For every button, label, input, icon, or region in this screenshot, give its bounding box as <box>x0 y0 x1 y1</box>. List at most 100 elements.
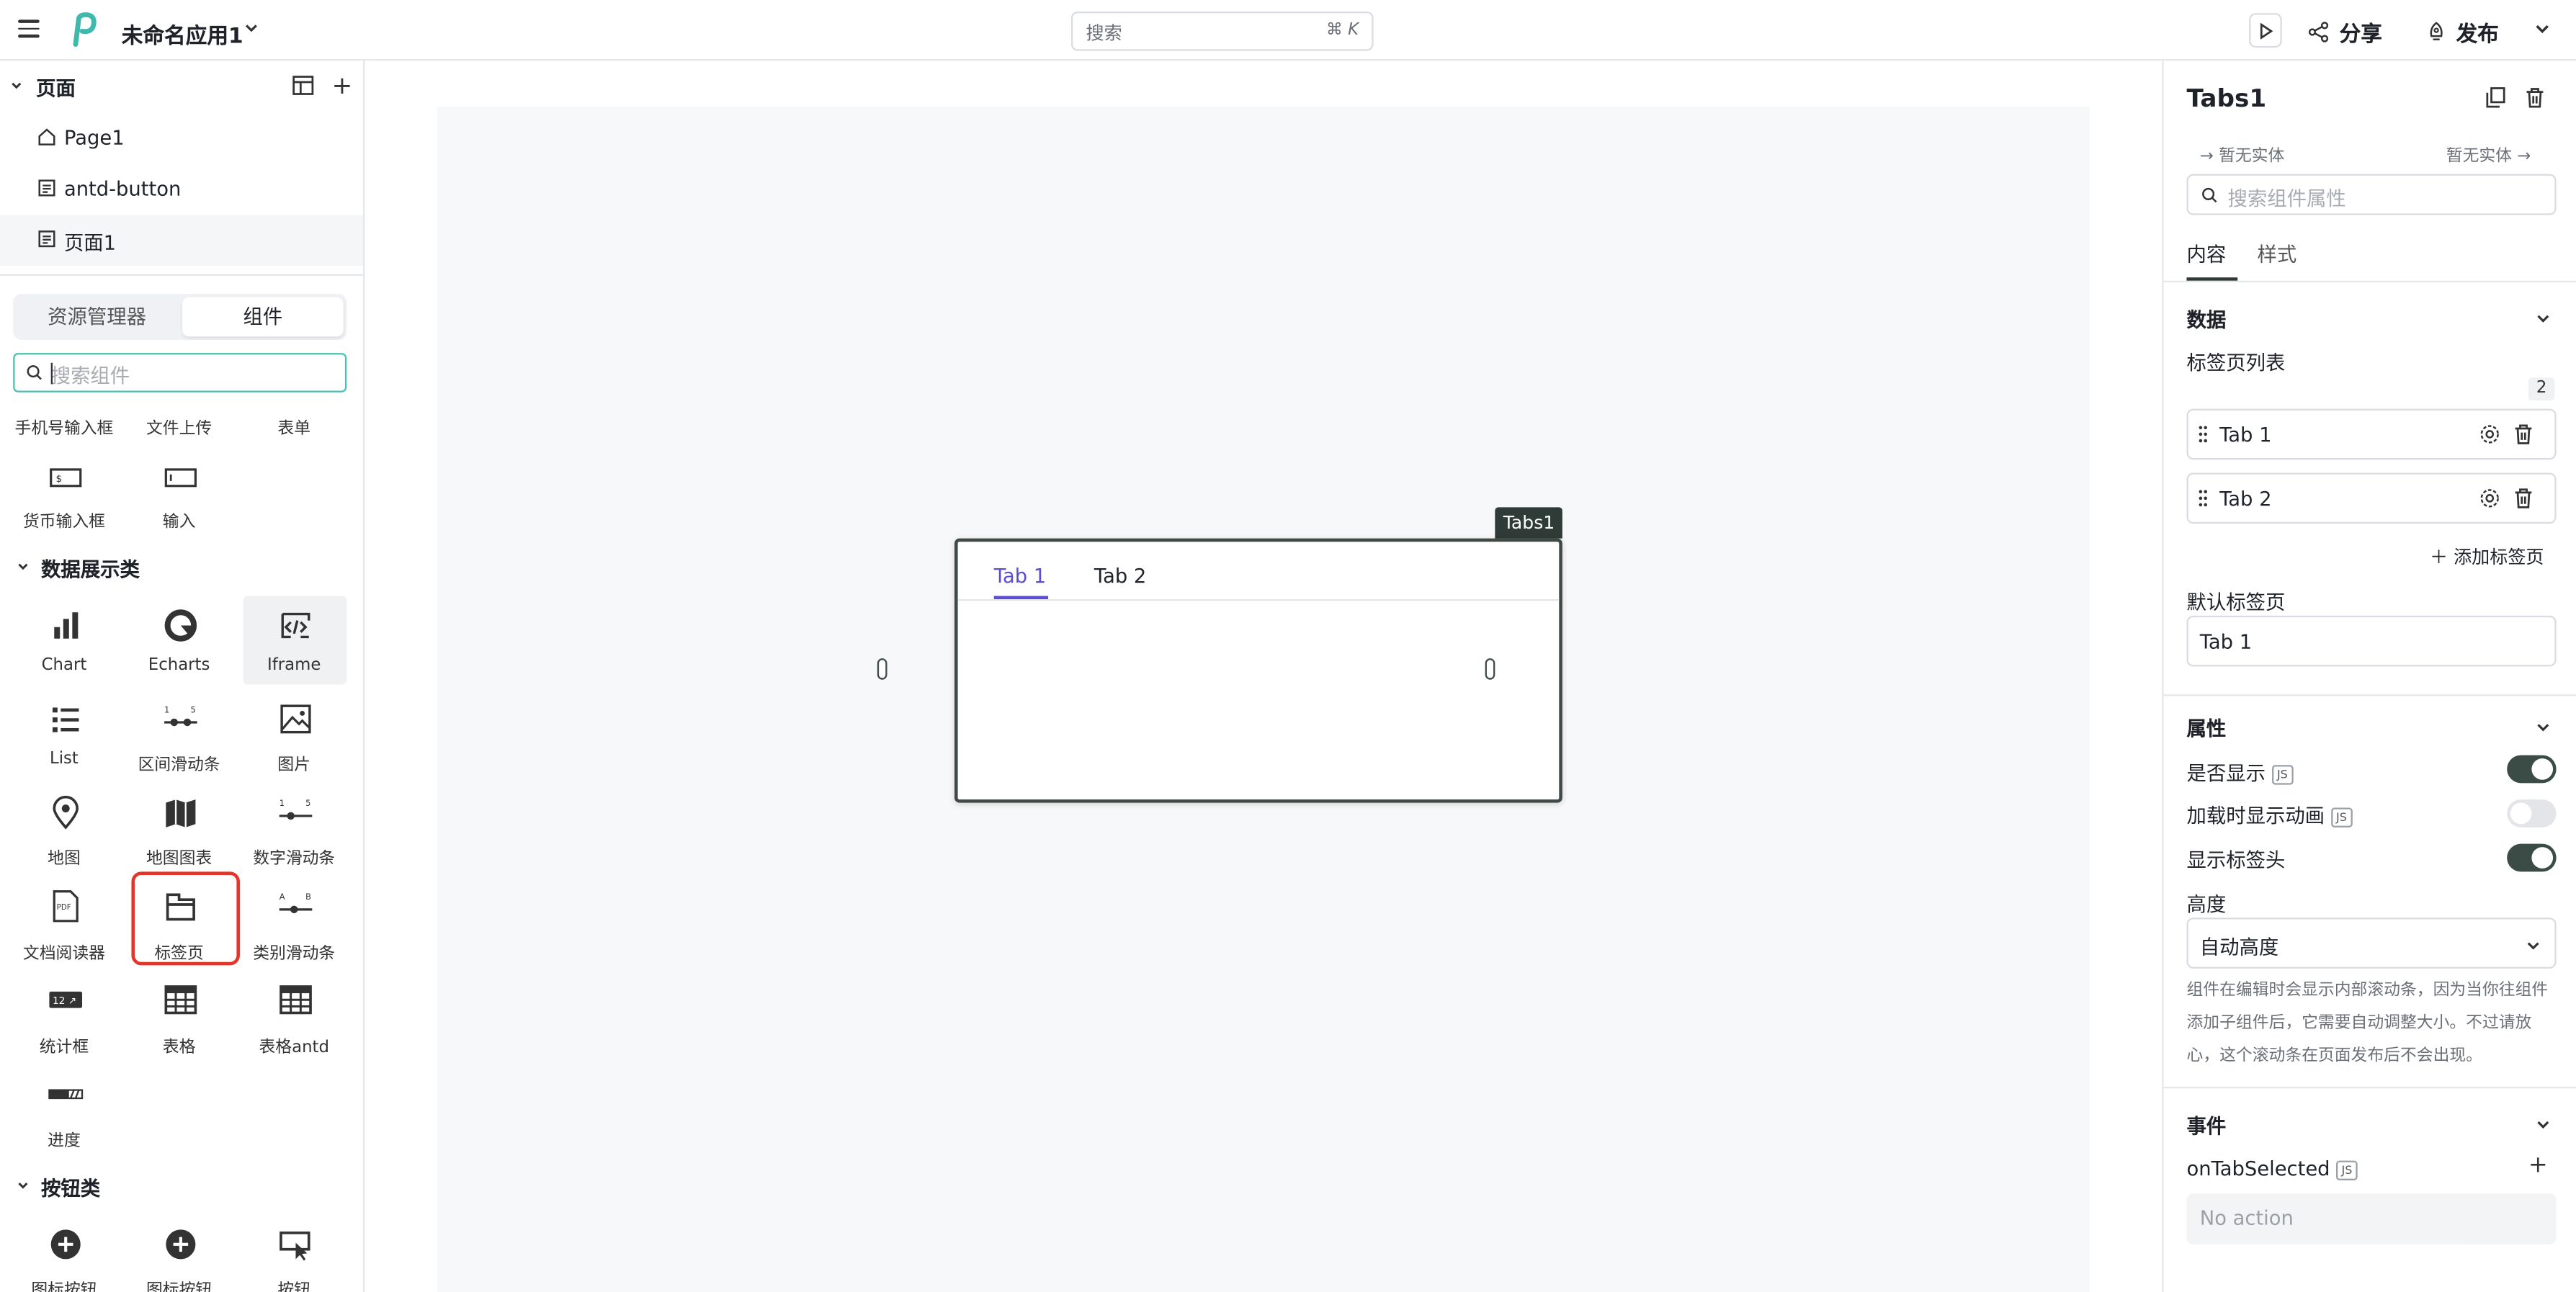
height-select[interactable]: 自动高度 <box>2186 918 2557 969</box>
component-category-slider[interactable]: 类别滑动条 <box>236 939 352 964</box>
component-search-input[interactable]: 搜索组件 <box>13 353 347 392</box>
animate-toggle[interactable] <box>2507 799 2557 827</box>
component-file-upload[interactable]: 文件上传 <box>122 413 237 439</box>
component-table[interactable]: 表格 <box>122 1033 237 1057</box>
section-data-title[interactable]: 数据 <box>2186 305 2226 333</box>
section-props-title[interactable]: 属性 <box>2186 714 2226 743</box>
nav-prev-entity[interactable]: → 暂无实体 <box>2200 141 2285 166</box>
component-button[interactable]: 按钮 <box>236 1275 352 1292</box>
trash-icon[interactable] <box>2525 87 2544 109</box>
list-icon[interactable] <box>48 701 84 737</box>
component-progress[interactable]: 进度 <box>6 1126 122 1151</box>
category-slider-icon[interactable]: AB <box>277 888 313 924</box>
component-document-viewer[interactable]: 文档阅读器 <box>6 939 122 964</box>
copy-icon[interactable] <box>2486 87 2505 109</box>
drag-handle-icon[interactable] <box>2198 425 2208 443</box>
trash-icon[interactable] <box>2513 423 2533 445</box>
pdf-document-icon[interactable]: PDF <box>48 888 84 924</box>
component-number-slider[interactable]: 数字滑动条 <box>236 844 352 869</box>
visible-toggle[interactable] <box>2507 755 2557 784</box>
map-chart-icon[interactable] <box>163 794 199 830</box>
trash-icon[interactable] <box>2513 488 2533 509</box>
js-toggle[interactable]: JS <box>2336 1160 2358 1180</box>
component-image[interactable]: 图片 <box>236 750 352 775</box>
page-item-antd-button[interactable]: antd-button <box>0 164 363 215</box>
canvas-tab-2[interactable]: Tab 2 <box>1094 565 1146 588</box>
category-data-display[interactable]: 数据展示类 <box>0 552 363 585</box>
component-range-slider[interactable]: 区间滑动条 <box>122 750 237 775</box>
chevron-down-icon[interactable] <box>2533 19 2552 37</box>
add-tab-button[interactable]: ＋ 添加标签页 <box>2430 544 2544 570</box>
component-currency-input[interactable]: 货币输入框 <box>6 507 122 531</box>
stat-box-icon[interactable]: 12 ↗ <box>48 982 84 1018</box>
bar-chart-icon[interactable] <box>48 607 84 643</box>
range-slider-icon[interactable]: 15 <box>163 701 199 737</box>
chevron-down-icon[interactable] <box>243 19 260 36</box>
pages-header[interactable]: 页面 + <box>0 60 363 109</box>
category-buttons[interactable]: 按钮类 <box>0 1170 363 1203</box>
component-list[interactable]: List <box>6 750 122 768</box>
default-tab-input[interactable]: Tab 1 <box>2186 615 2557 667</box>
progress-icon[interactable] <box>48 1075 84 1111</box>
gear-icon[interactable] <box>2479 488 2500 509</box>
component-icon-button[interactable]: 图标按钮 <box>122 1275 237 1292</box>
menu-icon[interactable] <box>18 19 40 37</box>
component-phone-input[interactable]: 手机号输入框 <box>6 413 122 439</box>
layout-icon[interactable] <box>292 76 314 95</box>
chevron-down-icon[interactable] <box>10 78 23 91</box>
chevron-down-icon[interactable] <box>2535 719 2552 735</box>
drag-handle-icon[interactable] <box>2198 489 2208 507</box>
component-form[interactable]: 表单 <box>236 413 352 439</box>
number-slider-icon[interactable]: 15 <box>277 794 313 830</box>
publish-button[interactable]: 发布 <box>2426 17 2499 48</box>
table-icon[interactable] <box>163 982 199 1018</box>
plus-circle-icon[interactable] <box>48 1226 84 1262</box>
iframe-icon[interactable] <box>277 607 313 643</box>
component-stat-box[interactable]: 统计框 <box>6 1033 122 1057</box>
event-action-box[interactable]: No action <box>2186 1193 2557 1244</box>
preview-button[interactable] <box>2249 13 2282 48</box>
page-item-page1[interactable]: Page1 <box>0 113 363 164</box>
tab-explorer[interactable]: 资源管理器 <box>17 297 177 337</box>
resize-handle-right[interactable] <box>1485 658 1495 680</box>
component-echarts[interactable]: Echarts <box>122 657 237 675</box>
show-header-toggle[interactable] <box>2507 843 2557 872</box>
add-action-icon[interactable]: + <box>2528 1152 2548 1178</box>
component-map[interactable]: 地图 <box>6 844 122 869</box>
global-search-input[interactable]: 搜索 ⌘ K <box>1070 11 1374 51</box>
property-search-input[interactable]: 搜索组件属性 <box>2186 174 2557 215</box>
share-button[interactable]: 分享 <box>2308 17 2382 48</box>
tab-components[interactable]: 组件 <box>182 297 344 337</box>
tab-style[interactable]: 样式 <box>2258 240 2297 268</box>
tabs-widget[interactable]: Tab 1 Tab 2 <box>954 538 1562 803</box>
artboard[interactable]: Tabs1 Tab 1 Tab 2 <box>437 107 2090 1292</box>
add-page-icon[interactable]: + <box>332 71 353 100</box>
tab-content[interactable]: 内容 <box>2186 240 2226 268</box>
widget-name-badge[interactable]: Tabs1 <box>1495 507 1563 539</box>
tab-list-item[interactable]: Tab 2 <box>2186 472 2557 524</box>
chevron-down-icon[interactable] <box>2535 310 2552 327</box>
chevron-down-icon[interactable] <box>2535 1116 2552 1133</box>
component-icon-button[interactable]: 图标按钮 <box>6 1275 122 1292</box>
button-cursor-icon[interactable] <box>277 1226 313 1262</box>
gear-icon[interactable] <box>2479 423 2500 445</box>
page-item-page-1[interactable]: 页面1 <box>0 215 364 266</box>
inspector-title[interactable]: Tabs1 <box>2186 84 2266 113</box>
component-chart[interactable]: Chart <box>6 657 122 675</box>
component-table-antd[interactable]: 表格antd <box>236 1033 352 1057</box>
nav-next-entity[interactable]: 暂无实体 → <box>2446 141 2531 166</box>
app-title[interactable]: 未命名应用1 <box>122 18 243 49</box>
canvas-tab-1[interactable]: Tab 1 <box>994 565 1046 588</box>
image-icon[interactable] <box>277 701 313 737</box>
component-input[interactable]: 输入 <box>122 507 237 531</box>
map-pin-icon[interactable] <box>48 794 84 830</box>
component-iframe[interactable]: Iframe <box>236 657 352 675</box>
plus-circle-icon[interactable] <box>163 1226 199 1262</box>
section-events-title[interactable]: 事件 <box>2186 1111 2226 1139</box>
tab-list-item[interactable]: Tab 1 <box>2186 408 2557 460</box>
component-map-chart[interactable]: 地图图表 <box>122 844 237 869</box>
js-toggle[interactable]: JS <box>2331 807 2352 827</box>
js-toggle[interactable]: JS <box>2272 765 2293 785</box>
currency-input-icon[interactable]: $ <box>48 459 84 495</box>
table-antd-icon[interactable] <box>277 982 313 1018</box>
